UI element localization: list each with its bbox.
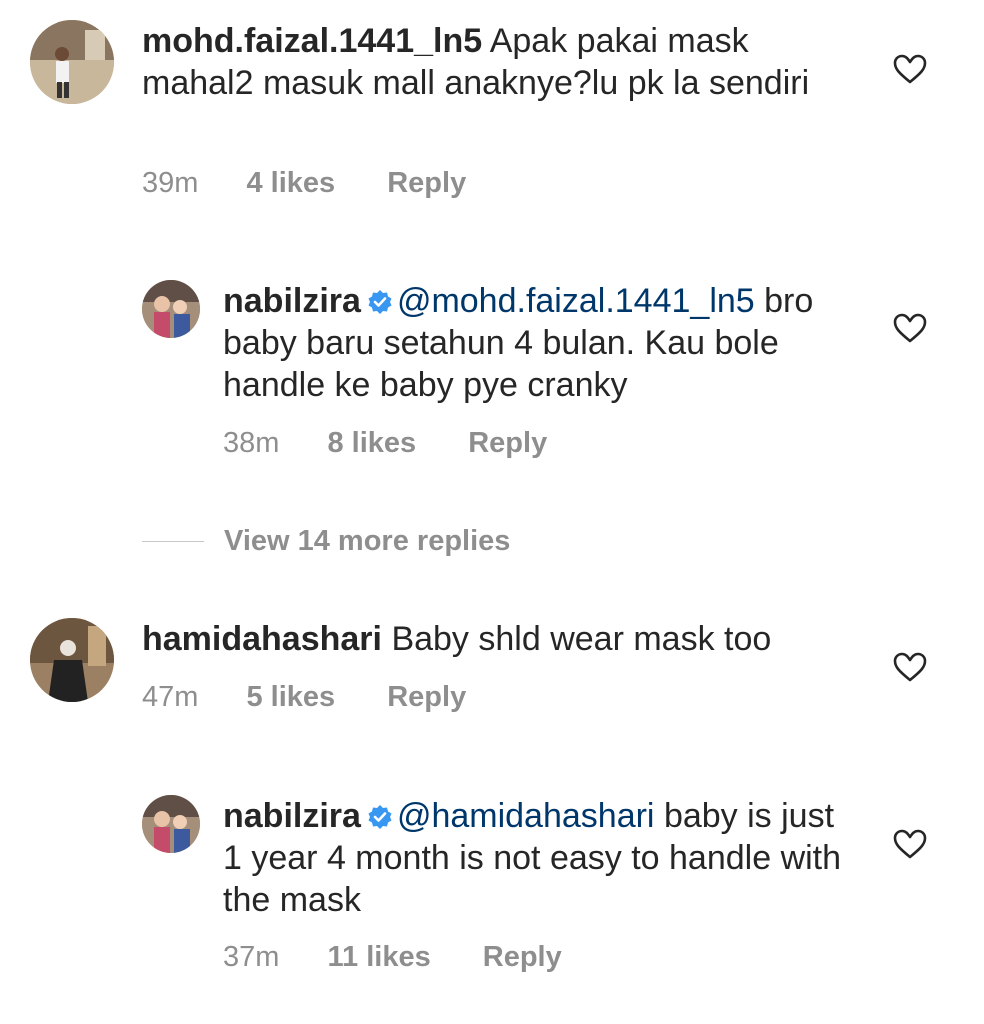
avatar[interactable]	[30, 20, 114, 104]
avatar-photo	[30, 618, 114, 702]
comment-text: hamidahashari Baby shld wear mask too	[142, 618, 862, 660]
verified-badge-icon	[368, 290, 392, 314]
heart-outline-icon[interactable]	[893, 829, 927, 859]
heart-outline-icon[interactable]	[893, 652, 927, 682]
comment-body: Baby shld wear mask too	[391, 620, 772, 658]
divider	[142, 540, 204, 542]
view-more-replies-label[interactable]: View 14 more replies	[224, 525, 510, 558]
comment-meta: 47m 5 likes Reply	[142, 681, 466, 714]
comment-username[interactable]: nabilzira	[223, 282, 361, 320]
view-more-replies[interactable]: View 14 more replies	[142, 522, 510, 560]
comment-time: 38m	[223, 427, 280, 459]
comment-likes[interactable]: 5 likes	[246, 681, 335, 714]
reply-button[interactable]: Reply	[468, 427, 547, 460]
comment-username[interactable]: mohd.faizal.1441_ln5	[142, 22, 482, 60]
comment-likes[interactable]: 4 likes	[246, 167, 335, 200]
comment-mention[interactable]: @mohd.faizal.1441_ln5	[397, 282, 755, 320]
heart-outline-icon[interactable]	[893, 313, 927, 343]
comment-text: nabilzira @mohd.faizal.1441_ln5 bro baby…	[223, 280, 853, 406]
comment-time: 47m	[142, 681, 199, 713]
comment-meta: 39m 4 likes Reply	[142, 167, 466, 200]
comment-meta: 38m 8 likes Reply	[223, 427, 547, 460]
comment-username[interactable]: hamidahashari	[142, 620, 382, 658]
reply-button[interactable]: Reply	[387, 681, 466, 714]
avatar-photo	[30, 20, 114, 104]
heart-outline-icon[interactable]	[893, 54, 927, 84]
comment-likes[interactable]: 11 likes	[327, 941, 430, 974]
avatar[interactable]	[30, 618, 114, 702]
comment-meta: 37m 11 likes Reply	[223, 941, 562, 974]
avatar[interactable]	[142, 280, 200, 338]
comment-text: mohd.faizal.1441_ln5 Apak pakai mask mah…	[142, 20, 862, 104]
comment-time: 39m	[142, 167, 199, 199]
comment-time: 37m	[223, 941, 280, 973]
avatar-photo	[142, 795, 200, 853]
avatar[interactable]	[142, 795, 200, 853]
avatar-photo	[142, 280, 200, 338]
reply-button[interactable]: Reply	[483, 941, 562, 974]
reply-button[interactable]: Reply	[387, 167, 466, 200]
comment-username[interactable]: nabilzira	[223, 797, 361, 835]
comment-mention[interactable]: @hamidahashari	[397, 797, 655, 835]
comment-text: nabilzira @hamidahashari baby is just 1 …	[223, 795, 853, 921]
verified-badge-icon	[368, 805, 392, 829]
comment-likes[interactable]: 8 likes	[327, 427, 416, 460]
